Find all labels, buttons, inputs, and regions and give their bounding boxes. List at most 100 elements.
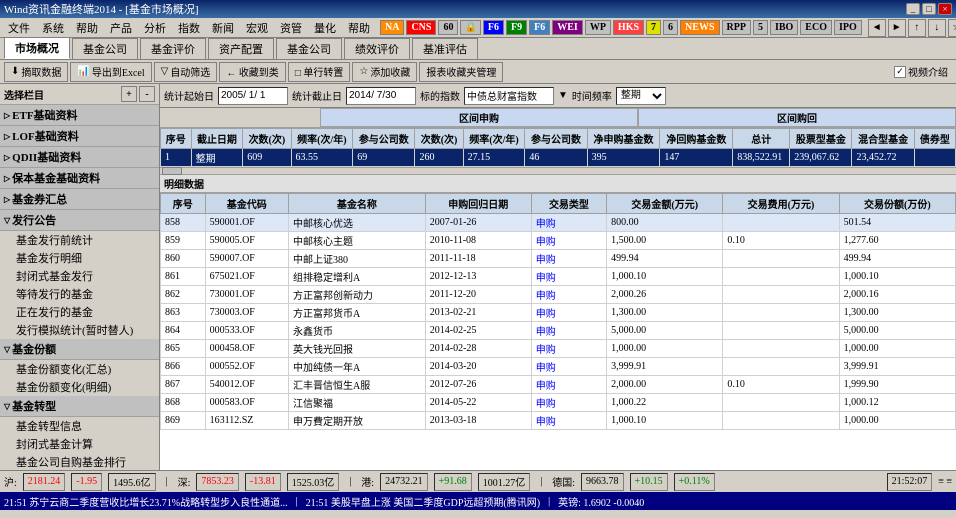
group-qdii-header[interactable]: ▷ QDII基础资料: [0, 147, 159, 168]
checkbox-video[interactable]: ✓ 视频介绍: [890, 64, 952, 79]
detail-cell: 5,000.00: [839, 322, 955, 340]
detail-cell: 861: [161, 268, 206, 286]
detail-cell: 1,000.10: [607, 268, 723, 286]
btn-collect[interactable]: ← 收藏到类: [219, 62, 286, 82]
btn-auto-filter[interactable]: ▽ 自动筛选: [154, 62, 218, 82]
group-capital-header[interactable]: ▷ 保本基金基础资料: [0, 168, 159, 189]
indicator-cns[interactable]: CNS: [406, 20, 436, 35]
status-gang-value: 24732.21: [380, 473, 428, 491]
menu-index[interactable]: 指数: [172, 19, 206, 37]
menu-file[interactable]: 文件: [2, 19, 36, 37]
sep3: |: [540, 476, 542, 487]
indicator-eco[interactable]: ECO: [800, 20, 832, 35]
sidebar-item-issuance-stat[interactable]: 基金发行前统计: [0, 231, 159, 249]
sidebar-item-closed-issuance[interactable]: 封闭式基金发行: [0, 267, 159, 285]
menu-quant[interactable]: 量化: [308, 19, 342, 37]
btn-report-manager[interactable]: 报表收藏夹管理: [419, 62, 503, 82]
tab-fund-evaluation[interactable]: 基金评价: [140, 38, 206, 59]
minimize-button[interactable]: _: [906, 3, 920, 15]
sidebar-controls: + -: [121, 86, 155, 102]
tab-performance[interactable]: 绩效评价: [344, 38, 410, 59]
tab-market-overview[interactable]: 市场概况: [4, 37, 70, 59]
menu-macro[interactable]: 宏观: [240, 19, 274, 37]
indicator-f9[interactable]: F9: [506, 20, 527, 35]
btn-single-transpose[interactable]: □ 单行转置: [288, 62, 351, 82]
btn-add-favorite[interactable]: ☆ 添加收藏: [352, 62, 417, 82]
detail-scroll[interactable]: 序号 基金代码 基金名称 申购回归日期 交易类型 交易金额(万元) 交易费用(万…: [160, 193, 956, 470]
tab-fund-company2[interactable]: 基金公司: [276, 38, 342, 59]
nav-home[interactable]: ☆: [948, 19, 956, 37]
group-issuance-header[interactable]: ▽ 发行公告: [0, 210, 159, 231]
sidebar-item-closed-calc[interactable]: 封闭式基金计算: [0, 435, 159, 453]
menu-analysis[interactable]: 分析: [138, 19, 172, 37]
sidebar-item-company-buy-rank[interactable]: 基金公司自购基金排行: [0, 453, 159, 470]
sidebar-item-in-issuance[interactable]: 正在发行的基金: [0, 303, 159, 321]
indicator-5[interactable]: 5: [753, 20, 768, 35]
status-de-change: +10.15: [630, 473, 668, 491]
start-date-input[interactable]: [218, 87, 288, 105]
detail-cell: [723, 250, 839, 268]
btn-export-excel[interactable]: 📊 导出到Excel: [70, 62, 151, 82]
indicator-6[interactable]: 6: [663, 20, 678, 35]
btn-fetch-data[interactable]: ⬇ 摘取数据: [4, 62, 68, 82]
td-net-rep: 147: [660, 149, 733, 167]
freq-select[interactable]: 整期 月 季 年: [616, 87, 666, 105]
indicator-7[interactable]: 7: [646, 20, 661, 35]
status-label-shen: 深:: [178, 474, 191, 489]
end-date-input[interactable]: [346, 87, 416, 105]
sidebar-item-share-change-sum[interactable]: 基金份额变化(汇总): [0, 360, 159, 378]
detail-cell: 永鑫货币: [289, 322, 426, 340]
menu-help2[interactable]: 帮助: [342, 19, 376, 37]
indicator-wp[interactable]: WP: [585, 20, 611, 35]
indicator-f6[interactable]: F6: [483, 20, 504, 35]
close-button[interactable]: ×: [938, 3, 952, 15]
scrollbar-thumb[interactable]: [162, 167, 182, 175]
detail-cell: 2014-02-28: [425, 340, 531, 358]
tab-asset-allocation[interactable]: 资产配置: [208, 38, 274, 59]
sidebar-item-transform-info[interactable]: 基金转型信息: [0, 417, 159, 435]
nav-down[interactable]: ↓: [928, 19, 946, 37]
detail-cell: 汇丰晋信恒生A服: [289, 376, 426, 394]
detail-cell: 1,000.10: [839, 268, 955, 286]
sidebar-item-sim-stat[interactable]: 发行模拟统计(暂时替人): [0, 321, 159, 339]
tab-fund-company[interactable]: 基金公司: [72, 38, 138, 59]
group-fund-share-header[interactable]: ▽ 基金份额: [0, 339, 159, 360]
dropdown-btn[interactable]: ▼: [558, 90, 568, 101]
nav-forward[interactable]: ►: [888, 19, 906, 37]
indicator-news[interactable]: NEWS: [680, 20, 719, 35]
video-checkbox[interactable]: ✓: [894, 66, 906, 78]
menu-fund[interactable]: 资管: [274, 19, 308, 37]
index-input[interactable]: [464, 87, 554, 105]
menu-product[interactable]: 产品: [104, 19, 138, 37]
indicator-ibo[interactable]: IBO: [770, 20, 798, 35]
indicator-wei[interactable]: WEI: [552, 20, 583, 35]
indicator-60[interactable]: 60: [438, 20, 458, 35]
sidebar-item-issuance-detail[interactable]: 基金发行明细: [0, 249, 159, 267]
sidebar-item-waiting-issuance[interactable]: 等待发行的基金: [0, 285, 159, 303]
tab-benchmark[interactable]: 基准评估: [412, 38, 478, 59]
sidebar-add-btn[interactable]: +: [121, 86, 137, 102]
h-scrollbar[interactable]: [160, 167, 956, 175]
indicator-na[interactable]: NA: [380, 20, 404, 35]
indicator-f6b[interactable]: F6: [529, 20, 550, 35]
fetch-icon: ⬇: [11, 66, 19, 77]
menu-help1[interactable]: 帮助: [70, 19, 104, 37]
indicator-hks[interactable]: HKS: [613, 20, 644, 35]
group-lof-header[interactable]: ▷ LOF基础资料: [0, 126, 159, 147]
indicator-lock[interactable]: 🔒: [460, 20, 480, 35]
indicator-rpp[interactable]: RPP: [722, 20, 751, 35]
menu-system[interactable]: 系统: [36, 19, 70, 37]
detail-row: 862730001.OF方正富邦创新动力2011-12-20申购2,000.26…: [161, 286, 956, 304]
group-fund-transform-header[interactable]: ▽ 基金转型: [0, 396, 159, 417]
group-etf-header[interactable]: ▷ ETF基础资料: [0, 105, 159, 126]
nav-up[interactable]: ↑: [908, 19, 926, 37]
sidebar-item-share-change-detail[interactable]: 基金份额变化(明细): [0, 378, 159, 396]
indicator-ipo[interactable]: IPO: [834, 20, 862, 35]
news-item-1: 21:51 苏宁云商二季度营收比增长23.71%战略转型步入良性通道...: [4, 494, 288, 509]
sidebar-minus-btn[interactable]: -: [139, 86, 155, 102]
nav-back[interactable]: ◄: [868, 19, 886, 37]
content-area: 统计起始日 统计截止日 标的指数 ▼ 时间频率 整期 月 季 年 区间申购 区间…: [160, 84, 956, 470]
menu-news[interactable]: 新闻: [206, 19, 240, 37]
group-fund-summary-header[interactable]: ▷ 基金券汇总: [0, 189, 159, 210]
maximize-button[interactable]: □: [922, 3, 936, 15]
